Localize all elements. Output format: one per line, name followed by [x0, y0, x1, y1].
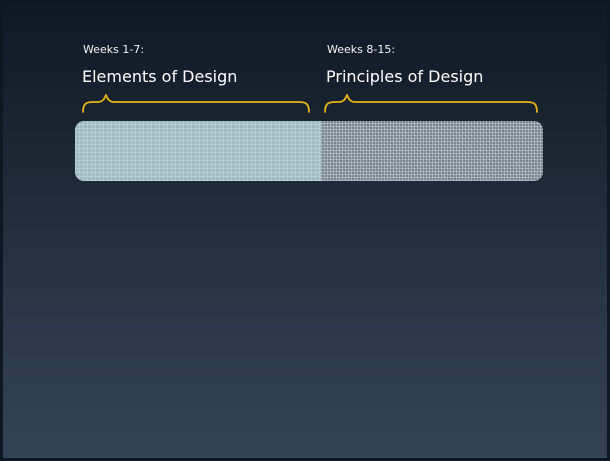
- principles-of-design-title: Principles of Design: [326, 67, 484, 86]
- slide: Weeks 1-7: Elements of Design Weeks 8-15…: [3, 3, 607, 458]
- weeks-8-15-label: Weeks 8-15:: [327, 43, 396, 56]
- brace-left: [82, 94, 310, 113]
- elements-segment: [75, 121, 321, 181]
- principles-segment: [321, 121, 543, 181]
- brace-right: [324, 94, 538, 113]
- elements-of-design-title: Elements of Design: [82, 67, 238, 86]
- timeline-bar: [75, 121, 543, 181]
- weeks-1-7-label: Weeks 1-7:: [83, 43, 145, 56]
